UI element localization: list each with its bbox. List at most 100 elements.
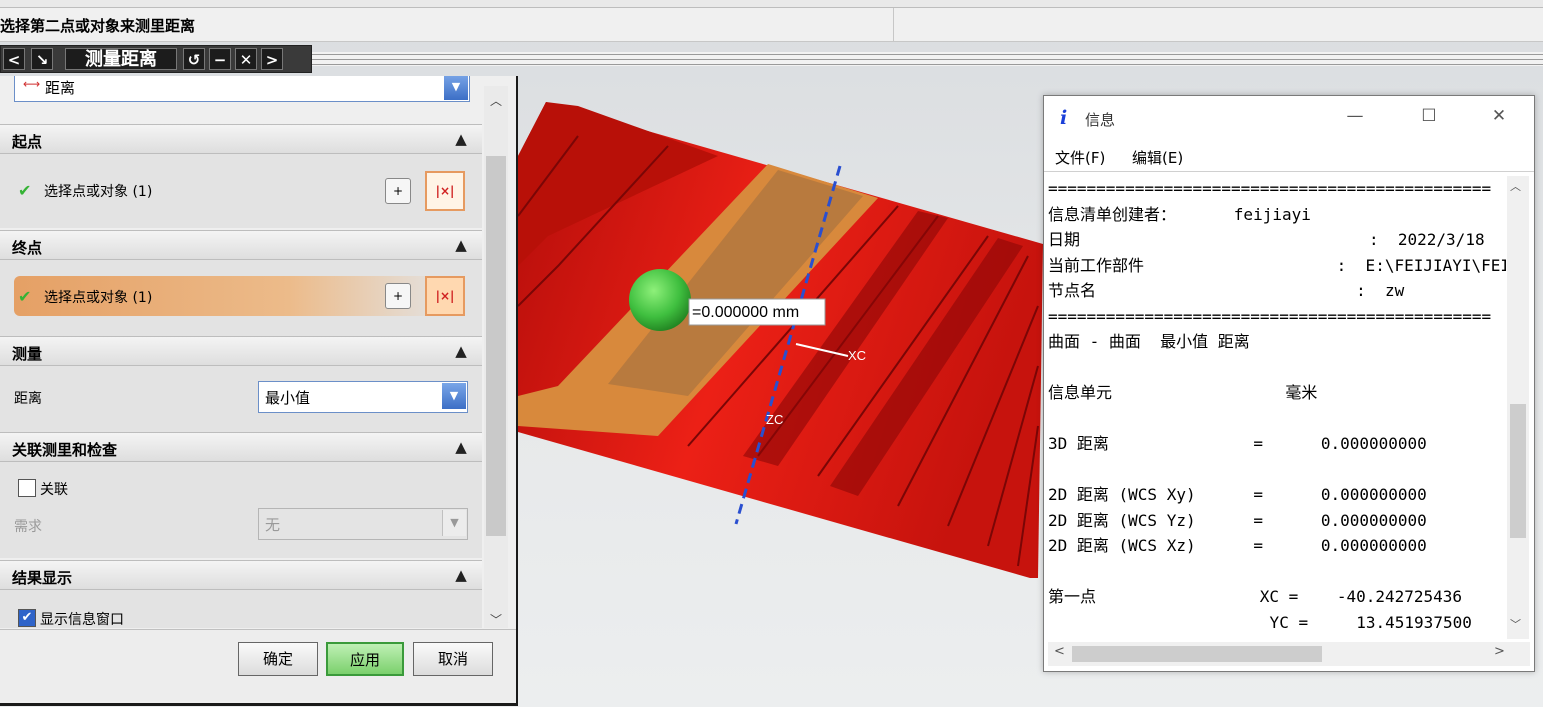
type-select-value: 距离 (45, 79, 76, 97)
measure-row: 距离 最小值 ▼ (0, 366, 482, 432)
chevron-down-icon[interactable]: ▼ (442, 510, 466, 536)
info-line: 信息清单创建者： feijiayi (1048, 204, 1311, 224)
info-menu-bar: 文件(F) 编辑(E) (1044, 140, 1534, 172)
dialog-rail-toolbar: < ↘ 测量距离 ↺ − ✕ > (0, 45, 312, 73)
info-line: 节点名 : zw (1048, 281, 1405, 300)
start-point-label: 选择点或对象 (1) (44, 184, 153, 200)
dialog-button-row: 确定 应用 取消 (0, 629, 516, 701)
assoc-row: 关联 需求 无 ▼ (0, 462, 482, 558)
minimize-dialog-button[interactable]: − (209, 48, 231, 70)
end-point-label: 选择点或对象 (1) (44, 290, 153, 306)
scroll-left-icon[interactable]: < (1054, 644, 1065, 659)
end-point-row: ✔ 选择点或对象 (1) + |×| (0, 260, 482, 338)
menu-edit[interactable]: 编辑(E) (1132, 147, 1183, 168)
info-text-area[interactable]: ========================================… (1048, 176, 1506, 639)
zc-axis-label: ZC (766, 412, 783, 427)
info-line (1048, 457, 1506, 483)
collapse-icon[interactable]: ▲ (447, 438, 475, 458)
minimize-button[interactable]: — (1340, 106, 1370, 126)
specify-point-icon[interactable]: |×| (425, 276, 465, 316)
scroll-thumb[interactable] (1510, 404, 1526, 538)
show-info-label: 显示信息窗口 (40, 612, 124, 628)
scroll-up-icon[interactable]: ︿ (484, 92, 508, 109)
select-arrow-icon[interactable]: ↘ (31, 48, 53, 70)
chevron-down-icon[interactable]: ▼ (442, 383, 466, 409)
menu-file[interactable]: 文件(F) (1055, 147, 1105, 168)
info-line (1048, 406, 1506, 432)
group-end-label: 终点 (12, 239, 43, 257)
xc-axis-label: XC (848, 348, 866, 363)
info-line: 日期 : 2022/3/18 (1048, 230, 1485, 249)
requirement-select[interactable]: 无 ▼ (258, 508, 468, 540)
group-assoc-header[interactable]: 关联测里和检查 ▲ (0, 432, 482, 462)
scroll-down-icon[interactable]: ﹀ (484, 611, 508, 628)
show-info-checkbox[interactable]: ✔ (18, 609, 36, 627)
distance-mode-select[interactable]: 最小值 ▼ (258, 381, 468, 413)
measure-label-text: =0.000000 mm (692, 304, 799, 321)
collapse-icon[interactable]: ▲ (447, 566, 475, 586)
rail-back-button[interactable]: < (3, 48, 25, 70)
type-row: 距离 ⟷ ▼ (0, 76, 482, 122)
info-vertical-scrollbar[interactable]: ︿ ﹀ (1507, 176, 1529, 639)
maximize-button[interactable]: ☐ (1414, 106, 1444, 126)
group-start-label: 起点 (12, 133, 43, 151)
measure-distance-dialog: 距离 ⟷ ▼ 起点 ▲ ✔ 选择点或对象 (1) + |×| 终点 ▲ ✔ 选择… (0, 76, 518, 706)
chevron-down-icon[interactable]: ▼ (444, 76, 468, 100)
scroll-thumb[interactable] (1072, 646, 1322, 662)
point-dialog-icon[interactable]: + (385, 283, 411, 309)
distance-label: 距离 (14, 391, 42, 407)
dialog-scroll-area: 距离 ⟷ ▼ 起点 ▲ ✔ 选择点或对象 (1) + |×| 终点 ▲ ✔ 选择… (0, 76, 482, 628)
scroll-right-icon[interactable]: > (1494, 644, 1505, 659)
info-line: 3D 距离 = 0.000000000 (1048, 434, 1427, 453)
dialog-scrollbar[interactable]: ︿ ﹀ (484, 86, 508, 628)
point-dialog-icon[interactable]: + (385, 178, 411, 204)
check-icon: ✔ (18, 181, 32, 200)
group-result-header[interactable]: 结果显示 ▲ (0, 560, 482, 590)
info-icon: i (1060, 107, 1068, 129)
group-start-header[interactable]: 起点 ▲ (0, 124, 482, 154)
info-line: ========================================… (1048, 306, 1492, 326)
collapse-icon[interactable]: ▲ (447, 130, 475, 150)
ok-button[interactable]: 确定 (238, 642, 318, 676)
distance-mode-value: 最小值 (265, 389, 311, 407)
apply-button[interactable]: 应用 (326, 642, 404, 676)
collapse-icon[interactable]: ▲ (447, 342, 475, 362)
info-line: 信息单元 毫米 (1048, 383, 1318, 402)
result-row: ✔ 显示信息窗口 (0, 590, 482, 628)
measure-point-marker (629, 269, 691, 331)
type-select[interactable]: 距离 ⟷ ▼ (14, 76, 470, 102)
associative-checkbox[interactable] (18, 479, 36, 497)
info-line: 曲面 - 曲面 最小值 距离 (1048, 332, 1250, 351)
info-line: 当前工作部件 : E:\FEIJIAYI\FEI (1048, 255, 1506, 275)
close-dialog-button[interactable]: ✕ (235, 48, 257, 70)
info-line (1048, 559, 1506, 585)
scroll-down-icon[interactable]: ﹀ (1510, 616, 1521, 632)
group-end-header[interactable]: 终点 ▲ (0, 230, 482, 260)
start-point-row: ✔ 选择点或对象 (1) + |×| (0, 154, 482, 228)
close-button[interactable]: ✕ (1484, 106, 1514, 126)
cue-line-text: 选择第二点或对象来测里距离 (0, 17, 196, 35)
status-separator (893, 8, 894, 42)
check-icon: ✔ (18, 287, 32, 306)
information-window: i 信息 — ☐ ✕ 文件(F) 编辑(E) =================… (1043, 95, 1535, 672)
scroll-thumb[interactable] (486, 156, 506, 536)
cue-line-bar: 选择第二点或对象来测里距离 (0, 8, 1543, 42)
rail-forward-button[interactable]: > (261, 48, 283, 70)
info-line: ========================================… (1048, 179, 1492, 198)
dialog-rail (312, 52, 1543, 66)
group-measure-label: 测量 (12, 345, 43, 363)
cancel-button[interactable]: 取消 (413, 642, 493, 676)
info-line: 2D 距离 (WCS Xz) = 0.000000000 (1048, 536, 1427, 555)
info-horizontal-scrollbar[interactable]: < > (1048, 642, 1530, 666)
scroll-up-icon[interactable]: ︿ (1510, 178, 1521, 194)
group-measure-header[interactable]: 测量 ▲ (0, 336, 482, 366)
info-line: 2D 距离 (WCS Yz) = 0.000000000 (1048, 510, 1427, 530)
collapse-icon[interactable]: ▲ (447, 236, 475, 256)
group-result-label: 结果显示 (12, 569, 73, 587)
reset-icon[interactable]: ↺ (183, 48, 205, 70)
requirement-value: 无 (265, 516, 281, 534)
distance-type-icon: ⟷ (23, 77, 41, 91)
dialog-title: 测量距离 (65, 48, 177, 70)
info-title-bar[interactable]: i 信息 — ☐ ✕ (1044, 96, 1534, 140)
specify-point-icon[interactable]: |×| (425, 171, 465, 211)
